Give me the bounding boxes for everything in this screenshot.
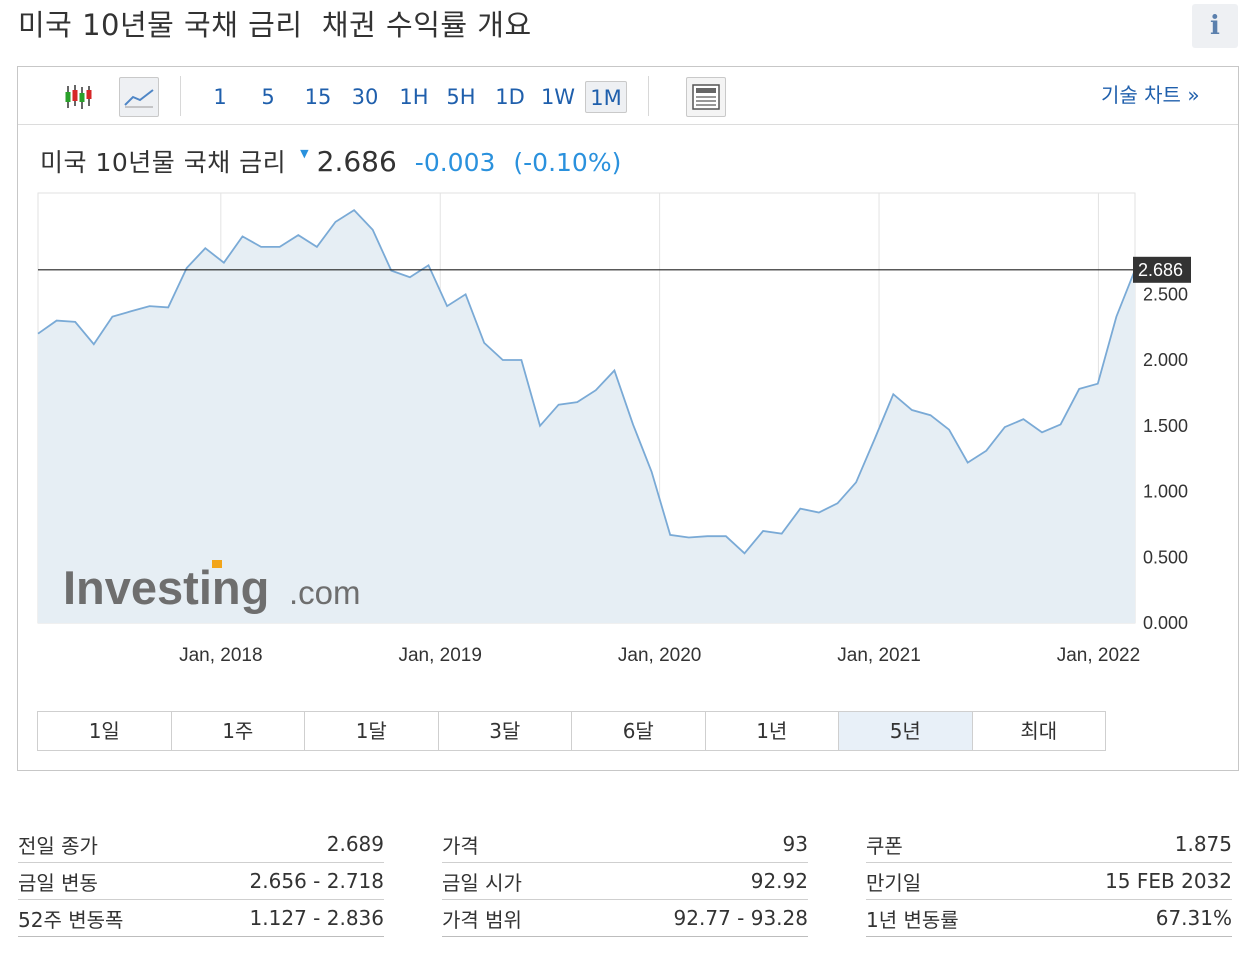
stat-label: 쿠폰: [866, 833, 903, 858]
range-1w[interactable]: 1주: [171, 712, 305, 750]
chart-widget: 1 5 15 30 1H 5H 1D 1W 1M 기술 차트 » 미국 10년물…: [17, 66, 1239, 771]
y-tick-label: 1.500: [1143, 416, 1188, 436]
x-tick-label: Jan, 2022: [1057, 645, 1140, 666]
current-price-label: 2.686: [1133, 256, 1191, 283]
stats-column-3: 쿠폰 1.875 만기일 15 FEB 2032 1년 변동률 67.31%: [866, 826, 1232, 937]
range-max[interactable]: 최대: [972, 712, 1105, 750]
stat-row: 금일 변동 2.656 - 2.718: [18, 863, 384, 900]
stats-column-2: 가격 93 금일 시가 92.92 가격 범위 92.77 - 93.28: [442, 826, 808, 937]
x-axis-labels: Jan, 2018 Jan, 2019 Jan, 2020 Jan, 2021 Jan,…: [179, 645, 1140, 666]
stat-value: 2.689: [326, 832, 384, 856]
stat-row: 전일 종가 2.689: [18, 826, 384, 863]
stat-value: 93: [782, 832, 808, 856]
info-button[interactable]: i: [1192, 4, 1238, 48]
stat-row: 1년 변동률 67.31%: [866, 900, 1232, 937]
stat-value: 92.92: [750, 869, 808, 893]
range-1y[interactable]: 1년: [705, 712, 839, 750]
range-selector: 1일 1주 1달 3달 6달 1년 5년 최대: [37, 711, 1106, 751]
x-tick-label: Jan, 2021: [837, 645, 920, 666]
stat-row: 가격 93: [442, 826, 808, 863]
range-6m[interactable]: 6달: [572, 712, 706, 750]
stats-column-1: 전일 종가 2.689 금일 변동 2.656 - 2.718 52주 변동폭 1.1…: [18, 826, 384, 937]
stat-value: 67.31%: [1155, 906, 1232, 930]
range-5y[interactable]: 5년: [839, 712, 973, 750]
stat-label: 만기일: [866, 870, 922, 895]
info-icon: i: [1210, 11, 1220, 41]
x-tick-label: Jan, 2018: [179, 645, 262, 666]
stat-label: 1년 변동률: [866, 907, 959, 932]
stat-label: 가격: [442, 833, 479, 858]
stat-value: 2.656 - 2.718: [249, 869, 384, 893]
stat-value: 15 FEB 2032: [1105, 869, 1232, 893]
svg-text:Investing: Investing: [63, 561, 269, 614]
stat-row: 금일 시가 92.92: [442, 863, 808, 900]
y-tick-label: 0.500: [1143, 547, 1188, 567]
stat-row: 52주 변동폭 1.127 - 2.836: [18, 900, 384, 937]
y-tick-label: 2.500: [1143, 284, 1188, 304]
y-tick-label: 0.000: [1143, 613, 1188, 633]
x-tick-label: Jan, 2019: [398, 645, 481, 666]
y-axis-labels: 0.000 0.500 1.000 1.500 2.000 2.500: [1143, 284, 1188, 633]
stat-label: 가격 범위: [442, 907, 522, 932]
stat-label: 52주 변동폭: [18, 907, 124, 932]
page-title: 미국 10년물 국채 금리 채권 수익률 개요: [18, 8, 532, 42]
stat-label: 전일 종가: [18, 833, 98, 858]
y-tick-label: 1.000: [1143, 482, 1188, 502]
range-1m[interactable]: 1달: [305, 712, 439, 750]
price-chart: Investing .com Jan, 2018 Jan, 2019 Jan, 20…: [37, 192, 1191, 666]
stat-value: 1.127 - 2.836: [249, 906, 384, 930]
stat-label: 금일 변동: [18, 870, 98, 895]
stat-value: 92.77 - 93.28: [673, 906, 808, 930]
range-1d[interactable]: 1일: [38, 712, 172, 750]
stat-label: 금일 시가: [442, 870, 522, 895]
range-3m[interactable]: 3달: [438, 712, 572, 750]
stat-row: 가격 범위 92.77 - 93.28: [442, 900, 808, 937]
watermark-accent: [212, 560, 222, 568]
x-tick-label: Jan, 2020: [618, 645, 701, 666]
stat-value: 1.875: [1174, 832, 1232, 856]
stat-row: 쿠폰 1.875: [866, 826, 1232, 863]
y-tick-label: 2.000: [1143, 350, 1188, 370]
svg-text:2.686: 2.686: [1138, 260, 1183, 280]
svg-text:.com: .com: [289, 574, 361, 611]
stat-row: 만기일 15 FEB 2032: [866, 863, 1232, 900]
